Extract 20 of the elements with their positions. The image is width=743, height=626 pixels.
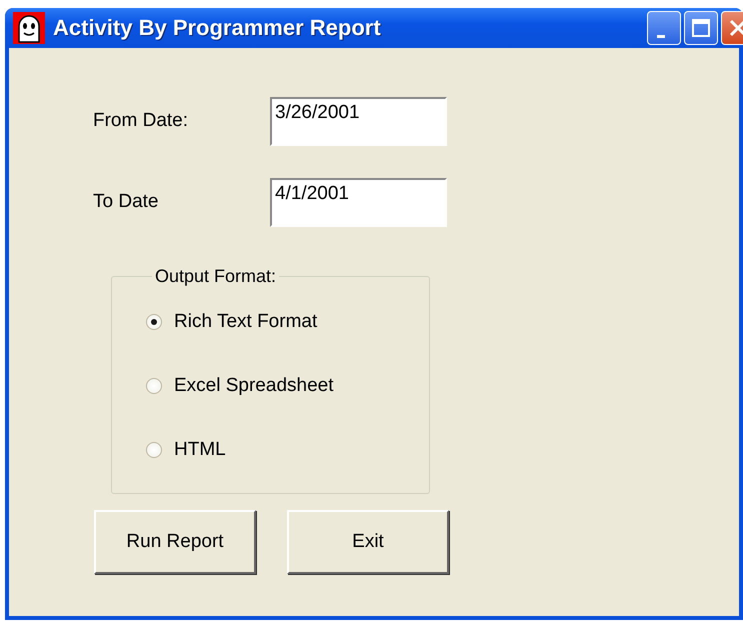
date-field[interactable]: 4/1/2001 [270, 178, 447, 226]
group-legend: Output Format: [152, 266, 280, 287]
radio-button[interactable] [146, 378, 162, 394]
radio-option[interactable]: Rich Text Format [146, 305, 429, 339]
minimize-icon [657, 34, 665, 38]
window-title: Activity By Programmer Report [53, 15, 381, 41]
radio-button[interactable] [146, 314, 162, 330]
close-icon [728, 18, 743, 38]
field-label: From Date: [93, 110, 190, 132]
dialog-button[interactable]: Run Report [94, 510, 256, 574]
radio-button[interactable] [146, 442, 162, 458]
ghost-icon [13, 12, 45, 44]
dialog-button[interactable]: Exit [287, 510, 449, 574]
minimize-button[interactable] [647, 11, 681, 45]
maximize-button[interactable] [684, 11, 718, 45]
radio-option[interactable]: HTML [146, 433, 429, 467]
field-label: To Date [93, 191, 160, 213]
radio-option[interactable]: Excel Spreadsheet [146, 369, 429, 403]
maximize-icon [691, 18, 711, 38]
date-field[interactable]: 3/26/2001 [270, 96, 447, 146]
